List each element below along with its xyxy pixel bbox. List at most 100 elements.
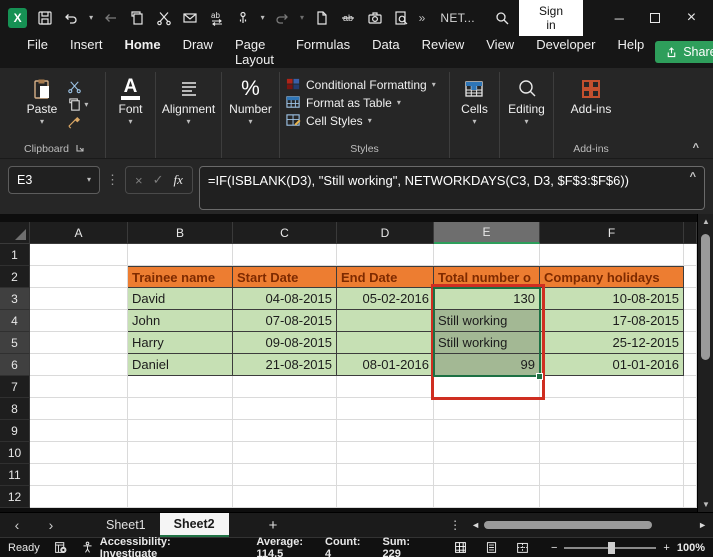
- cell-styles-button[interactable]: Cell Styles ▾: [286, 113, 436, 128]
- share-button[interactable]: Share ▾: [655, 41, 713, 63]
- cell-C5[interactable]: 09-08-2015: [233, 332, 337, 354]
- cell-B8[interactable]: [128, 398, 233, 420]
- cut-button[interactable]: [67, 79, 88, 94]
- accessibility-icon[interactable]: [81, 541, 94, 554]
- zoom-slider[interactable]: [564, 547, 656, 549]
- minimize-button[interactable]: ─: [606, 11, 633, 26]
- column-header-B[interactable]: B: [128, 222, 233, 244]
- column-header-D[interactable]: D: [337, 222, 434, 244]
- cell-A8[interactable]: [30, 398, 128, 420]
- cell-A1[interactable]: [30, 244, 128, 266]
- sheetbar-dots-icon[interactable]: ⋮: [439, 518, 471, 532]
- column-header-E[interactable]: E: [434, 222, 540, 244]
- paste-button[interactable]: Paste ▾: [21, 76, 64, 128]
- cell-C12[interactable]: [233, 486, 337, 508]
- cell-D8[interactable]: [337, 398, 434, 420]
- macro-record-icon[interactable]: [54, 541, 67, 554]
- cell-B12[interactable]: [128, 486, 233, 508]
- row-header-2[interactable]: 2: [0, 266, 30, 288]
- strikethrough-icon[interactable]: ab: [339, 9, 356, 27]
- new-file-icon[interactable]: [313, 9, 330, 27]
- fill-handle[interactable]: [536, 373, 543, 380]
- cell-F8[interactable]: [540, 398, 684, 420]
- font-button[interactable]: A Font ▾: [112, 76, 148, 128]
- vertical-scrollbar[interactable]: ▲ ▼: [697, 214, 713, 512]
- row-header-10[interactable]: 10: [0, 442, 30, 464]
- sheet-nav-right-icon[interactable]: ›: [34, 517, 68, 533]
- conditional-formatting-button[interactable]: Conditional Formatting ▾: [286, 77, 436, 92]
- document-search-icon[interactable]: [392, 9, 409, 27]
- menu-tab-insert[interactable]: Insert: [59, 31, 114, 73]
- cell-A3[interactable]: [30, 288, 128, 310]
- cell-D10[interactable]: [337, 442, 434, 464]
- cell-E2[interactable]: Total number o: [434, 266, 540, 288]
- search-icon[interactable]: [493, 9, 510, 27]
- zoom-slider-thumb[interactable]: [608, 542, 615, 554]
- cell-F6[interactable]: 01-01-2016: [540, 354, 684, 376]
- cell-A12[interactable]: [30, 486, 128, 508]
- row-header-7[interactable]: 7: [0, 376, 30, 398]
- cell-E8[interactable]: [434, 398, 540, 420]
- cell-E12[interactable]: [434, 486, 540, 508]
- cell-E6[interactable]: 99: [434, 354, 540, 376]
- cell-C3[interactable]: 04-08-2015: [233, 288, 337, 310]
- horizontal-scrollbar-track[interactable]: [484, 519, 694, 531]
- cell-B6[interactable]: Daniel: [128, 354, 233, 376]
- cell-A4[interactable]: [30, 310, 128, 332]
- cell-E1[interactable]: [434, 244, 540, 266]
- cell-A9[interactable]: [30, 420, 128, 442]
- sheet-tab-sheet2[interactable]: Sheet2: [160, 513, 229, 537]
- cell-B9[interactable]: [128, 420, 233, 442]
- formula-bar-dots-icon[interactable]: ⋮: [106, 166, 119, 188]
- cell-E9[interactable]: [434, 420, 540, 442]
- menu-tab-draw[interactable]: Draw: [172, 31, 224, 73]
- touch-mode-chevron-icon[interactable]: ▾: [261, 14, 265, 22]
- cell-C4[interactable]: 07-08-2015: [233, 310, 337, 332]
- accessibility-status[interactable]: Accessibility: Investigate: [100, 536, 177, 557]
- vertical-scrollbar-thumb[interactable]: [701, 234, 710, 360]
- alignment-button[interactable]: Alignment ▾: [156, 76, 221, 128]
- name-box[interactable]: E3 ▾: [8, 166, 100, 194]
- cell-E3[interactable]: 130: [434, 288, 540, 310]
- cell-D4[interactable]: [337, 310, 434, 332]
- undo-chevron-icon[interactable]: ▾: [89, 14, 93, 22]
- cell-A6[interactable]: [30, 354, 128, 376]
- row-header-8[interactable]: 8: [0, 398, 30, 420]
- cell-D11[interactable]: [337, 464, 434, 486]
- zoom-out-button[interactable]: −: [551, 542, 557, 554]
- column-header-C[interactable]: C: [233, 222, 337, 244]
- scroll-right-icon[interactable]: ►: [698, 520, 707, 530]
- cell-A11[interactable]: [30, 464, 128, 486]
- cell-A5[interactable]: [30, 332, 128, 354]
- column-header-F[interactable]: F: [540, 222, 684, 244]
- cell-A7[interactable]: [30, 376, 128, 398]
- row-header-9[interactable]: 9: [0, 420, 30, 442]
- menu-tab-help[interactable]: Help: [606, 31, 655, 73]
- scroll-down-icon[interactable]: ▼: [698, 500, 713, 509]
- menu-tab-review[interactable]: Review: [411, 31, 476, 73]
- camera-icon[interactable]: [366, 9, 383, 27]
- cell-B11[interactable]: [128, 464, 233, 486]
- addins-button[interactable]: Add-ins: [565, 76, 618, 118]
- cell-F2[interactable]: Company holidays: [540, 266, 684, 288]
- cell-E10[interactable]: [434, 442, 540, 464]
- cell-C8[interactable]: [233, 398, 337, 420]
- cell-A2[interactable]: [30, 266, 128, 288]
- cell-B7[interactable]: [128, 376, 233, 398]
- column-header-A[interactable]: A: [30, 222, 128, 244]
- undo-icon[interactable]: [63, 9, 80, 27]
- cell-C1[interactable]: [233, 244, 337, 266]
- row-header-6[interactable]: 6: [0, 354, 30, 376]
- formula-bar-collapse-button[interactable]: ^: [690, 171, 696, 183]
- format-as-table-button[interactable]: Format as Table ▾: [286, 95, 436, 110]
- cell-F5[interactable]: 25-12-2015: [540, 332, 684, 354]
- cell-E11[interactable]: [434, 464, 540, 486]
- cell-B3[interactable]: David: [128, 288, 233, 310]
- normal-view-button[interactable]: [454, 541, 467, 554]
- cell-C10[interactable]: [233, 442, 337, 464]
- sheet-nav-left-icon[interactable]: ‹: [0, 517, 34, 533]
- cell-F7[interactable]: [540, 376, 684, 398]
- email-icon[interactable]: [181, 9, 198, 27]
- menu-tab-page-layout[interactable]: Page Layout: [224, 31, 285, 73]
- cell-D7[interactable]: [337, 376, 434, 398]
